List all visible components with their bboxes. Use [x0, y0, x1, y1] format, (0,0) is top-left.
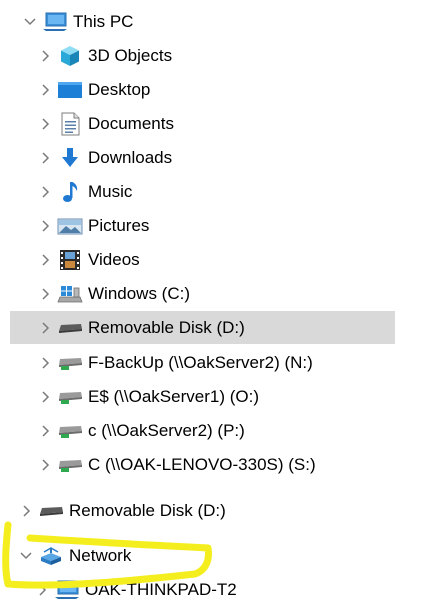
tree-item-label: Documents — [88, 114, 174, 133]
tree-item-label: Downloads — [88, 148, 173, 167]
network-drive-icon — [57, 453, 83, 477]
chevron-right-icon[interactable] — [33, 316, 57, 340]
chevron-right-icon[interactable] — [33, 180, 57, 204]
tree-item-label: Videos — [88, 250, 140, 269]
tree-item-label: 3D Objects — [88, 46, 173, 65]
network-icon — [38, 544, 64, 568]
chevron-right-icon[interactable] — [33, 248, 57, 272]
documents-icon — [57, 112, 83, 136]
tree-item-c-s[interactable]: C (\\OAK-LENOVO-330S) (S:) — [33, 450, 316, 480]
chevron-right-icon[interactable] — [33, 146, 57, 170]
tree-item-documents[interactable]: Documents — [33, 109, 174, 139]
chevron-right-icon[interactable] — [14, 499, 38, 523]
tree-item-3d-objects[interactable]: 3D Objects — [33, 41, 172, 71]
network-drive-icon — [57, 351, 83, 375]
tree-item-label: Network — [69, 546, 132, 565]
tree-item-videos[interactable]: Videos — [33, 245, 140, 275]
removable-disk-icon — [57, 316, 83, 340]
tree-item-label: c (\\OakServer2) (P:) — [88, 421, 245, 440]
tree-item-this-pc[interactable]: This PC — [18, 7, 133, 37]
tree-item-label: Removable Disk (D:) — [69, 501, 226, 520]
network-drive-icon — [57, 419, 83, 443]
tree-item-label: Desktop — [88, 80, 151, 99]
downloads-icon — [57, 146, 83, 170]
tree-item-label: Music — [88, 182, 133, 201]
music-icon — [57, 180, 83, 204]
3d-objects-icon — [57, 44, 83, 68]
tree-item-windows-c[interactable]: Windows (C:) — [33, 279, 190, 309]
chevron-right-icon[interactable] — [33, 282, 57, 306]
tree-item-label: F-BackUp (\\OakServer2) (N:) — [88, 353, 313, 372]
tree-item-downloads[interactable]: Downloads — [33, 143, 172, 173]
this-pc-icon — [42, 10, 68, 34]
tree-item-label: C (\\OAK-LENOVO-330S) (S:) — [88, 455, 316, 474]
chevron-right-icon[interactable] — [33, 351, 57, 375]
pictures-icon — [57, 214, 83, 238]
tree-item-e-dollar-o[interactable]: E$ (\\OakServer1) (O:) — [33, 382, 259, 412]
removable-disk-icon — [38, 499, 64, 523]
chevron-right-icon[interactable] — [33, 78, 57, 102]
chevron-down-icon[interactable] — [18, 10, 42, 34]
tree-item-removable-disk-d-root[interactable]: Removable Disk (D:) — [14, 496, 226, 526]
tree-item-label: Windows (C:) — [88, 284, 191, 303]
chevron-right-icon[interactable] — [33, 419, 57, 443]
windows-drive-icon — [57, 282, 83, 306]
desktop-icon — [57, 78, 83, 102]
navigation-pane-tree: This PC 3D Objects Desktop Documents Dow… — [0, 0, 442, 610]
tree-item-c-p[interactable]: c (\\OakServer2) (P:) — [33, 416, 245, 446]
chevron-down-icon[interactable] — [14, 544, 38, 568]
videos-icon — [57, 248, 83, 272]
tree-item-label: E$ (\\OakServer1) (O:) — [88, 387, 259, 406]
tree-item-removable-disk-d[interactable]: Removable Disk (D:) — [10, 311, 395, 344]
chevron-right-icon[interactable] — [33, 44, 57, 68]
tree-item-music[interactable]: Music — [33, 177, 132, 207]
tree-item-label: Pictures — [88, 216, 150, 235]
tree-item-label: This PC — [73, 12, 134, 31]
computer-icon — [54, 578, 80, 602]
tree-item-label: Removable Disk (D:) — [88, 317, 245, 337]
tree-item-label: OAK-THINKPAD-T2 — [85, 580, 237, 599]
chevron-right-icon[interactable] — [33, 214, 57, 238]
chevron-right-icon[interactable] — [30, 578, 54, 602]
network-drive-icon — [57, 385, 83, 409]
tree-item-desktop[interactable]: Desktop — [33, 75, 150, 105]
tree-item-network[interactable]: Network — [14, 541, 131, 571]
chevron-right-icon[interactable] — [33, 385, 57, 409]
chevron-right-icon[interactable] — [33, 112, 57, 136]
chevron-right-icon[interactable] — [33, 453, 57, 477]
tree-item-pictures[interactable]: Pictures — [33, 211, 149, 241]
tree-item-oak-thinkpad-t2[interactable]: OAK-THINKPAD-T2 — [30, 575, 237, 605]
tree-item-f-backup-n[interactable]: F-BackUp (\\OakServer2) (N:) — [33, 348, 313, 378]
